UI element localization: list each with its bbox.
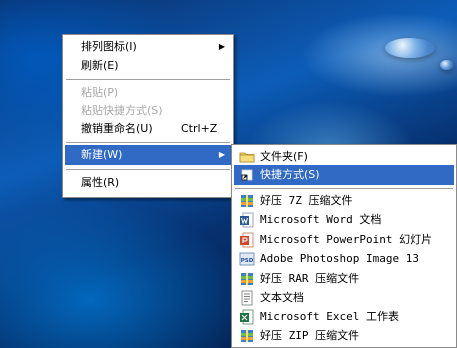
archive-icon — [241, 195, 253, 207]
menu-item-properties[interactable]: 属性(R) — [65, 173, 231, 193]
menu-item-refresh[interactable]: 刷新(E) — [65, 56, 231, 76]
submenu-item-folder[interactable]: 文件夹(F) — [234, 147, 454, 167]
submenu-item-powerpoint[interactable]: Microsoft PowerPoint 幻灯片 — [234, 230, 454, 250]
menu-item-paste[interactable]: 粘贴(P) — [65, 83, 231, 103]
menu-separator — [66, 169, 230, 170]
word-icon — [240, 212, 254, 228]
submenu-item-7z-archive[interactable]: 好压 7Z 压缩文件 — [234, 191, 454, 211]
new-submenu: 文件夹(F) 快捷方式(S) 好压 7Z 压缩文件 Microsoft Word… — [231, 144, 457, 348]
submenu-item-excel[interactable]: Microsoft Excel 工作表 — [234, 307, 454, 327]
menu-item-paste-shortcut[interactable]: 粘贴快捷方式(S) — [65, 101, 231, 121]
svg-text:PSD: PSD — [241, 258, 254, 264]
menu-item-new[interactable]: 新建(W) ▶ — [65, 145, 231, 165]
archive-icon — [241, 273, 253, 285]
submenu-arrow-icon: ▶ — [218, 150, 225, 159]
desktop-context-menu: 排列图标(I) ▶ 刷新(E) 粘贴(P) 粘贴快捷方式(S) 撤销重命名(U)… — [62, 34, 234, 198]
submenu-item-photoshop[interactable]: PSD Adobe Photoshop Image 13 — [234, 249, 454, 269]
submenu-arrow-icon: ▶ — [218, 42, 225, 51]
shortcut-label: Ctrl+Z — [181, 122, 218, 135]
menu-item-undo-rename[interactable]: 撤销重命名(U) Ctrl+Z — [65, 119, 231, 139]
archive-icon — [241, 330, 253, 342]
excel-icon — [240, 309, 254, 325]
water-drop-decoration — [440, 60, 454, 70]
powerpoint-icon — [240, 232, 254, 248]
menu-item-arrange-icons[interactable]: 排列图标(I) ▶ — [65, 37, 231, 57]
submenu-item-shortcut[interactable]: 快捷方式(S) — [234, 165, 454, 185]
folder-icon — [239, 152, 255, 163]
photoshop-icon: PSD — [239, 252, 255, 266]
menu-separator — [66, 142, 230, 143]
submenu-item-word-document[interactable]: Microsoft Word 文档 — [234, 210, 454, 230]
text-document-icon — [241, 290, 253, 306]
menu-separator — [66, 79, 230, 80]
menu-separator — [235, 188, 453, 189]
submenu-item-rar-archive[interactable]: 好压 RAR 压缩文件 — [234, 269, 454, 289]
water-drop-decoration — [385, 38, 435, 58]
submenu-item-text-document[interactable]: 文本文档 — [234, 288, 454, 308]
shortcut-icon — [241, 169, 253, 181]
submenu-item-zip-archive[interactable]: 好压 ZIP 压缩文件 — [234, 326, 454, 346]
